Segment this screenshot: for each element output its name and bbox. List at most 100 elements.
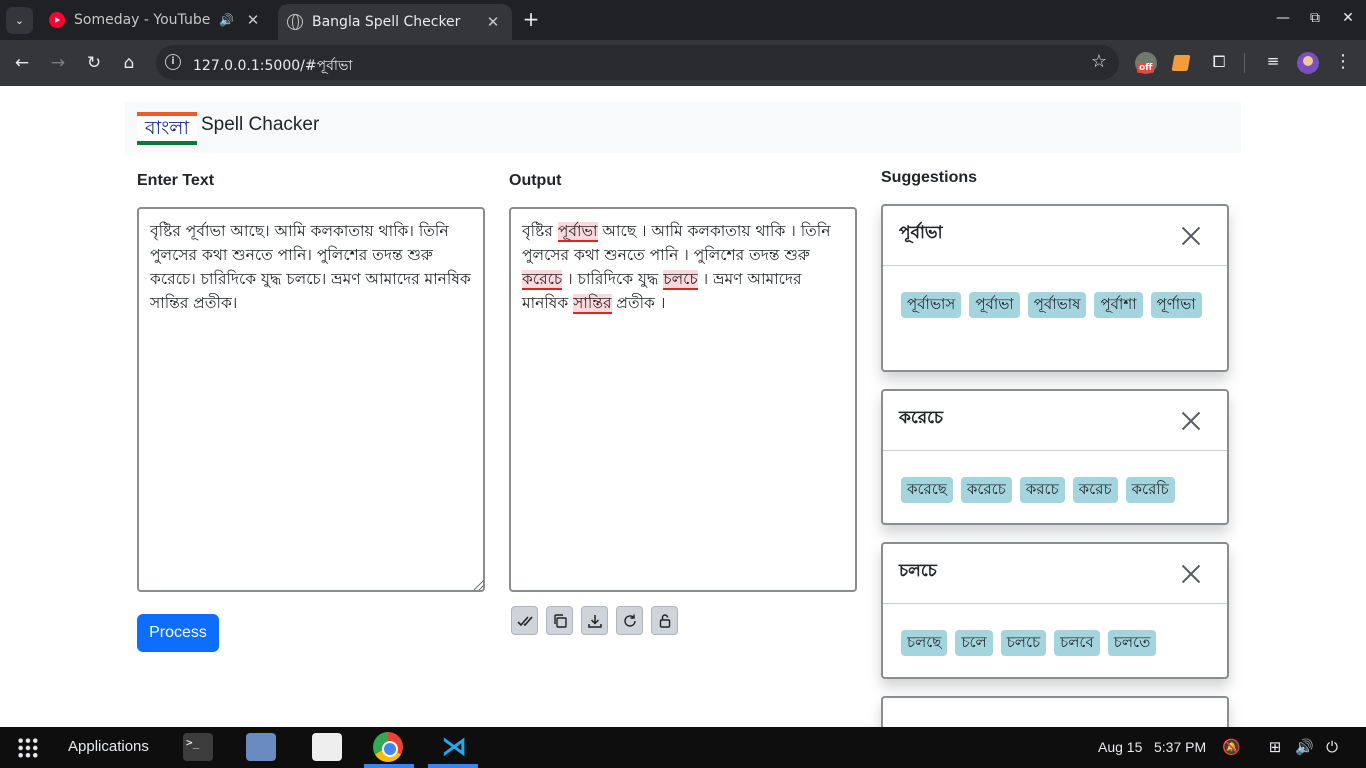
- tab-search-button[interactable]: ⌄: [6, 7, 33, 34]
- refresh-icon: [623, 614, 636, 627]
- suggestion-chip[interactable]: চলবে: [1054, 630, 1100, 656]
- files-icon[interactable]: [246, 733, 276, 761]
- globe-icon: [287, 14, 303, 30]
- close-tab-icon[interactable]: ✕: [482, 13, 504, 31]
- close-icon[interactable]: [1181, 564, 1201, 584]
- input-label: Enter Text: [137, 172, 215, 189]
- terminal-icon[interactable]: >_: [183, 733, 213, 761]
- close-icon[interactable]: [1181, 226, 1201, 246]
- suggestion-chip[interactable]: করচে: [1019, 477, 1065, 503]
- close-icon[interactable]: [1181, 411, 1201, 431]
- suggestion-chip[interactable]: করেচ: [1072, 477, 1118, 503]
- copy-button[interactable]: [546, 606, 573, 635]
- suggestions-label: Suggestions: [881, 169, 978, 186]
- suggestion-card-partial: [881, 696, 1229, 727]
- applications-menu[interactable]: Applications: [68, 738, 149, 755]
- bangla-logo[interactable]: বাংলা: [137, 112, 197, 145]
- extension-off-icon[interactable]: off: [1135, 52, 1157, 74]
- navbar: বাংলা Spell Chacker: [125, 102, 1241, 153]
- output-text: । চারিদিকে যুদ্ধ: [562, 270, 664, 288]
- speaker-icon[interactable]: 🔊: [219, 13, 234, 27]
- output-label: Output: [509, 172, 562, 189]
- suggestion-word: করেচে: [899, 408, 944, 428]
- profile-avatar[interactable]: [1297, 52, 1319, 74]
- check-all-icon: [516, 615, 533, 626]
- suggestion-chip[interactable]: পূর্বাভা: [969, 292, 1020, 318]
- suggestion-chip[interactable]: পূর্ণাভা: [1150, 292, 1202, 318]
- suggestion-chip[interactable]: চলচে: [1000, 630, 1047, 656]
- home-icon[interactable]: ⌂: [118, 52, 140, 74]
- check-all-button[interactable]: [511, 606, 538, 635]
- text-input[interactable]: বৃষ্টির পূর্বাভা আছে। আমি কলকাতায় থাকি।…: [137, 207, 485, 592]
- suggestion-chip[interactable]: করেচে: [960, 477, 1012, 503]
- new-tab-button[interactable]: +: [520, 8, 542, 30]
- download-button[interactable]: [581, 606, 608, 635]
- media-control-icon[interactable]: ≡: [1262, 52, 1284, 74]
- output-text: প্রতীক ।: [611, 294, 666, 312]
- process-button[interactable]: Process: [137, 614, 219, 652]
- toolbar-separator: [1244, 53, 1245, 73]
- brand-name[interactable]: Spell Chacker: [201, 114, 319, 136]
- browser-menu-icon[interactable]: ⋮: [1334, 51, 1352, 72]
- suggestion-chip[interactable]: করেছে: [901, 477, 953, 503]
- close-window-icon[interactable]: ✕: [1338, 10, 1358, 26]
- suggestion-chip[interactable]: চলছে: [901, 630, 948, 656]
- url-text[interactable]: 127.0.0.1:5000/#পূর্বাভা: [193, 54, 352, 78]
- bookmark-star-icon[interactable]: ☆: [1091, 51, 1107, 72]
- suggestion-card: পূর্বাভা পূর্বাভাস পূর্বাভা পূর্বাভাষ পূ…: [881, 204, 1229, 372]
- suggestion-word: পূর্বাভা: [899, 223, 943, 243]
- download-icon: [587, 614, 602, 628]
- minimize-icon[interactable]: —: [1273, 10, 1293, 26]
- maximize-icon[interactable]: ⧉: [1305, 10, 1325, 26]
- chrome-icon[interactable]: [373, 732, 403, 762]
- output-panel: বৃষ্টির পূর্বাভা আছে । আমি কলকাতায় থাকি…: [509, 207, 857, 592]
- suggestion-chip[interactable]: চলতে: [1107, 630, 1157, 656]
- suggestion-card: করেচে করেছে করেচে করচে করেচ করেচি: [881, 389, 1229, 525]
- date[interactable]: Aug 15: [1098, 739, 1142, 755]
- notifications-off-icon[interactable]: 🔕: [1222, 738, 1241, 756]
- copy-icon: [553, 613, 567, 628]
- power-icon[interactable]: ⏻: [1323, 738, 1341, 756]
- tab-spell-checker[interactable]: Bangla Spell Checker ✕: [278, 4, 512, 40]
- suggestion-chip[interactable]: পূর্বাশা: [1094, 292, 1143, 318]
- misspelled-word[interactable]: চলচে: [663, 270, 698, 290]
- misspelled-word[interactable]: পূর্বাভা: [557, 222, 598, 242]
- misspelled-word[interactable]: করেচে: [522, 270, 563, 290]
- lock-button[interactable]: [651, 606, 678, 635]
- extension-fox-icon[interactable]: [1171, 55, 1191, 71]
- text-editor-icon[interactable]: [312, 733, 342, 761]
- tab-title: Bangla Spell Checker: [312, 14, 461, 30]
- misspelled-word[interactable]: সান্তির: [573, 294, 612, 314]
- suggestion-word: চলচে: [899, 561, 937, 581]
- clock[interactable]: 5:37 PM: [1154, 739, 1206, 755]
- page-content: বাংলা Spell Chacker Enter Text Output Su…: [0, 86, 1366, 727]
- tab-strip: ⌄ Someday - YouTube M 🔊 ✕ Bangla Spell C…: [0, 0, 1366, 40]
- output-text: বৃষ্টির: [522, 222, 558, 240]
- volume-icon[interactable]: 🔊: [1295, 738, 1314, 756]
- suggestion-chip[interactable]: করেচি: [1125, 477, 1175, 503]
- suggestion-card: চলচে চলছে চলে চলচে চলবে চলতে: [881, 542, 1229, 679]
- address-bar[interactable]: i 127.0.0.1:5000/#পূর্বাভা ☆: [156, 45, 1119, 80]
- back-icon[interactable]: ←: [11, 52, 33, 74]
- extensions-puzzle-icon[interactable]: ⧠: [1208, 52, 1230, 74]
- youtube-icon: [49, 12, 65, 28]
- tab-youtube[interactable]: Someday - YouTube M 🔊 ✕: [40, 0, 272, 40]
- suggestion-chip[interactable]: পূর্বাভাষ: [1027, 292, 1087, 318]
- network-icon[interactable]: ⊞: [1266, 738, 1284, 756]
- taskbar: Applications >_ ⋊ Aug 15 5:37 PM 🔕 ⊞ 🔊 ⏻: [0, 727, 1366, 768]
- resize-handle[interactable]: [474, 580, 484, 590]
- suggestion-chip[interactable]: পূর্বাভাস: [901, 292, 962, 318]
- browser-toolbar: ← → ↻ ⌂ i 127.0.0.1:5000/#পূর্বাভা ☆: [0, 40, 1366, 86]
- site-info-icon[interactable]: i: [165, 54, 181, 70]
- active-app-indicator: [428, 764, 478, 768]
- forward-icon[interactable]: →: [47, 52, 69, 74]
- vscode-icon[interactable]: ⋊: [439, 733, 469, 761]
- tab-title: Someday - YouTube M: [74, 12, 211, 28]
- active-app-indicator: [364, 764, 414, 768]
- close-tab-icon[interactable]: ✕: [242, 11, 264, 29]
- lock-icon: [659, 613, 670, 628]
- app-grid-icon[interactable]: [17, 737, 39, 759]
- refresh-button[interactable]: [616, 606, 643, 635]
- suggestion-chip[interactable]: চলে: [955, 630, 993, 656]
- reload-icon[interactable]: ↻: [83, 52, 105, 74]
